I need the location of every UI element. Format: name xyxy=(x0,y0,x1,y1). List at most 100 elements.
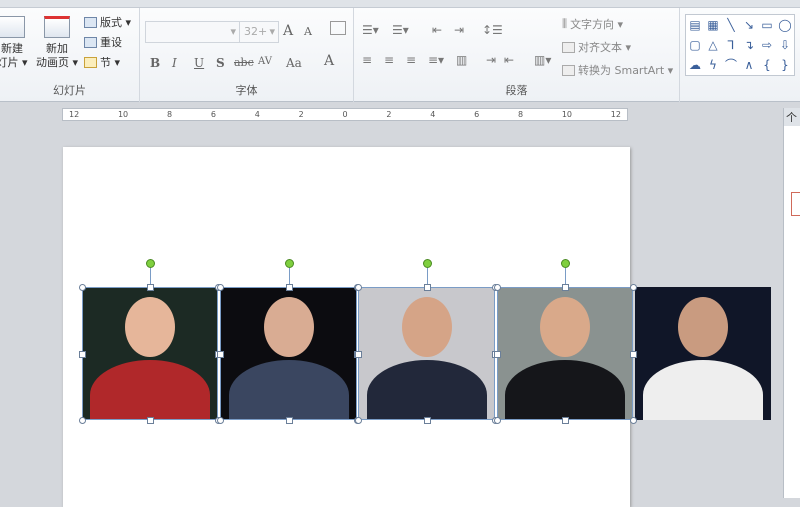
resize-handle[interactable] xyxy=(494,417,501,424)
shape-item[interactable]: ▭ xyxy=(758,15,776,35)
new-page-icon xyxy=(44,16,70,38)
rtl-icon[interactable]: ⇤ xyxy=(504,53,514,67)
photo-5[interactable] xyxy=(635,287,771,420)
ruler-tick-label: 4 xyxy=(254,110,260,119)
shape-item[interactable]: ⇨ xyxy=(758,35,776,55)
shape-item[interactable]: ╲ xyxy=(722,15,740,35)
convert-smartart-button[interactable]: 转换为 SmartArt ▾ xyxy=(562,62,673,78)
text-direction-button[interactable]: ⫼ 文字方向 ▾ xyxy=(562,16,623,32)
numbering-icon[interactable]: ☰▾ xyxy=(392,23,409,37)
bullets-icon[interactable]: ☰▾ xyxy=(362,23,379,37)
resize-handle[interactable] xyxy=(494,350,501,358)
align-center-icon[interactable]: ≡ xyxy=(384,53,394,67)
distribute-icon[interactable]: ▥ xyxy=(456,53,467,67)
ruler-tick-label: 12 xyxy=(610,110,621,119)
layout-label: 版式 ▾ xyxy=(100,16,132,29)
rotate-handle[interactable] xyxy=(284,259,294,268)
char-spacing-button[interactable]: AV xyxy=(258,56,272,67)
resize-handle[interactable] xyxy=(630,284,637,291)
ribbon-tabs[interactable] xyxy=(0,0,800,8)
resize-handle[interactable] xyxy=(355,284,362,291)
font-name-combo[interactable]: ▾ xyxy=(145,21,240,43)
resize-handle[interactable] xyxy=(79,350,86,358)
ribbon: 新建 灯片 ▾ 新加 动画页 ▾ 版式 ▾ 重设 节 ▾ 幻灯片 ▾ 32+ ▾ … xyxy=(0,8,800,102)
layout-button[interactable]: 版式 ▾ xyxy=(84,14,131,30)
italic-button[interactable]: I xyxy=(172,56,177,70)
resize-handle[interactable] xyxy=(79,284,86,291)
shrink-font-button[interactable]: A xyxy=(304,25,312,38)
decrease-indent-icon[interactable]: ⇤ xyxy=(432,23,442,37)
shape-item[interactable]: ▢ xyxy=(686,35,704,55)
shape-item[interactable]: } xyxy=(776,55,794,75)
rotate-handle[interactable] xyxy=(561,259,570,268)
resize-handle[interactable] xyxy=(217,284,224,291)
shapes-gallery[interactable]: ▤ ▦ ╲ ↘ ▭ ◯ ▢ △ ⅂ ↴ ⇨ ⇩ ☁ ϟ ⌒ ∧{} xyxy=(685,14,795,76)
new-slide-icon xyxy=(0,16,25,38)
change-case-button[interactable]: Aa xyxy=(286,56,302,70)
ruler-tick-label: 10 xyxy=(117,110,129,119)
section-button[interactable]: 节 ▾ xyxy=(84,54,120,70)
bold-button[interactable]: B xyxy=(150,56,160,70)
shape-item[interactable]: ▤ xyxy=(686,15,704,35)
grow-font-button[interactable]: A xyxy=(283,23,293,39)
ltr-icon[interactable]: ⇥ xyxy=(486,53,496,67)
shape-item[interactable]: ϟ xyxy=(704,55,722,75)
align-left-icon[interactable]: ≡ xyxy=(362,53,372,67)
shape-item[interactable]: ⌒ xyxy=(722,55,740,75)
ruler-tick-label: 8 xyxy=(166,110,173,119)
resize-handle[interactable] xyxy=(147,284,154,291)
resize-handle[interactable] xyxy=(217,350,224,358)
resize-handle[interactable] xyxy=(355,417,362,424)
selection-frame xyxy=(220,287,357,420)
shape-item[interactable]: ☁ xyxy=(686,55,704,75)
shape-item[interactable]: ⅂ xyxy=(722,35,740,55)
reset-button[interactable]: 重设 xyxy=(84,34,122,50)
columns-icon[interactable]: ▥▾ xyxy=(534,53,551,67)
strikethrough-button[interactable]: abc xyxy=(234,56,254,69)
shape-item[interactable]: ◯ xyxy=(776,15,794,35)
shape-item[interactable]: { xyxy=(758,55,776,75)
rotate-handle[interactable] xyxy=(146,259,155,268)
shadow-button[interactable]: S xyxy=(216,56,225,70)
font-size-combo[interactable]: 32+ ▾ xyxy=(239,21,279,43)
font-color-button[interactable]: A xyxy=(324,53,334,69)
side-pane-field[interactable] xyxy=(791,192,800,216)
shape-item[interactable]: ▦ xyxy=(704,15,722,35)
resize-handle[interactable] xyxy=(285,417,293,424)
align-text-button[interactable]: 对齐文本 ▾ xyxy=(562,39,631,55)
shape-item[interactable]: ⇩ xyxy=(776,35,794,55)
new-animation-page-button[interactable]: 新加 动画页 ▾ xyxy=(34,16,80,70)
shape-item[interactable]: ↴ xyxy=(740,35,758,55)
resize-handle[interactable] xyxy=(562,284,569,291)
increase-indent-icon[interactable]: ⇥ xyxy=(454,23,464,37)
selection-frame xyxy=(82,287,218,420)
rotate-handle[interactable] xyxy=(422,259,432,268)
shape-item[interactable]: △ xyxy=(704,35,722,55)
paragraph-group: ☰▾ ☰▾ ⇤ ⇥ ↕☰ ≡ ≡ ≡ ≡▾ ▥ ⇥ ⇤ ▥▾ ⫼ 文字方向 ▾ 对… xyxy=(354,8,680,102)
side-pane: 个 xyxy=(783,108,800,498)
resize-handle[interactable] xyxy=(79,417,86,424)
shape-item[interactable]: ↘ xyxy=(740,15,758,35)
resize-handle[interactable] xyxy=(217,417,224,424)
resize-handle[interactable] xyxy=(147,417,154,424)
section-icon xyxy=(84,56,97,68)
smartart-icon xyxy=(562,64,575,76)
horizontal-ruler[interactable]: 12 10 8 6 4 2 0 2 4 6 8 10 12 xyxy=(62,108,628,121)
resize-handle[interactable] xyxy=(423,284,431,291)
align-right-icon[interactable]: ≡ xyxy=(406,53,416,67)
resize-handle[interactable] xyxy=(494,284,501,291)
shape-item[interactable]: ∧ xyxy=(740,55,758,75)
justify-icon[interactable]: ≡▾ xyxy=(428,53,444,67)
underline-button[interactable]: U xyxy=(194,56,204,70)
resize-handle[interactable] xyxy=(355,350,362,358)
line-spacing-icon[interactable]: ↕☰ xyxy=(482,23,503,37)
resize-handle[interactable] xyxy=(630,417,637,424)
resize-handle[interactable] xyxy=(630,350,637,358)
chevron-down-icon: ▾ xyxy=(230,25,236,38)
resize-handle[interactable] xyxy=(423,417,431,424)
new-slide-button[interactable]: 新建 灯片 ▾ xyxy=(0,16,30,70)
text-direction-icon: ⫼ xyxy=(562,17,568,30)
resize-handle[interactable] xyxy=(285,284,293,291)
resize-handle[interactable] xyxy=(562,417,569,424)
clear-format-icon[interactable] xyxy=(330,21,346,35)
